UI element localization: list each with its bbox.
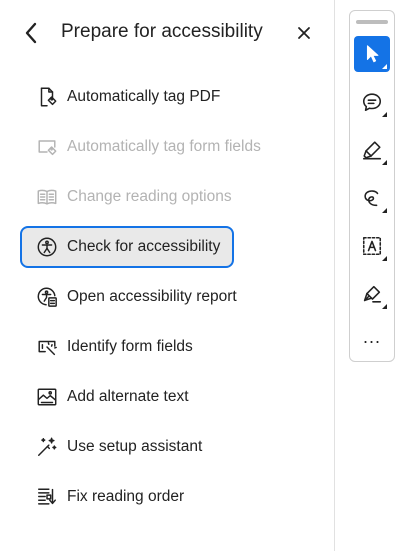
more-icon: ... bbox=[362, 327, 381, 347]
tool-label: Add alternate text bbox=[67, 388, 189, 405]
reading-order-icon bbox=[35, 485, 59, 509]
text-tool-button[interactable] bbox=[354, 228, 390, 264]
tool-use-setup-assistant[interactable]: Use setup assistant bbox=[20, 426, 234, 468]
highlight-tool-button[interactable] bbox=[354, 132, 390, 168]
tool-label: Fix reading order bbox=[67, 488, 185, 505]
tool-options-indicator bbox=[382, 256, 387, 261]
tool-check-for-accessibility[interactable]: Check for accessibility bbox=[20, 226, 234, 268]
highlighter-icon bbox=[362, 141, 382, 160]
identify-form-fields-icon bbox=[35, 335, 59, 359]
reading-options-icon bbox=[35, 185, 59, 209]
tool-open-accessibility-report[interactable]: Open accessibility report bbox=[20, 276, 237, 318]
draw-tool-button[interactable] bbox=[354, 180, 390, 216]
close-icon bbox=[298, 27, 310, 39]
app-window: Prepare for accessibility Automatically … bbox=[0, 0, 400, 551]
comment-tool-button[interactable] bbox=[354, 84, 390, 120]
tool-label: Check for accessibility bbox=[67, 238, 221, 255]
tool-label: Identify form fields bbox=[67, 338, 193, 355]
tool-label: Use setup assistant bbox=[67, 438, 203, 455]
toolbar-drag-handle[interactable] bbox=[356, 20, 388, 24]
tool-label: Automatically tag PDF bbox=[67, 88, 221, 105]
tool-options-indicator bbox=[382, 208, 387, 213]
panel-header: Prepare for accessibility bbox=[0, 0, 335, 66]
tool-options-indicator bbox=[382, 64, 387, 69]
tool-list: Automatically tag PDF Automatically tag … bbox=[20, 76, 261, 526]
panel-title: Prepare for accessibility bbox=[61, 21, 263, 42]
text-select-icon bbox=[362, 236, 382, 256]
tool-change-reading-options[interactable]: Change reading options bbox=[20, 176, 234, 218]
select-tool-button[interactable] bbox=[354, 36, 390, 72]
setup-assistant-icon bbox=[35, 435, 59, 459]
auto-tag-pdf-icon bbox=[35, 85, 59, 109]
close-button[interactable] bbox=[294, 23, 314, 43]
tool-add-alternate-text[interactable]: Add alternate text bbox=[20, 376, 234, 418]
auto-tag-form-icon bbox=[35, 135, 59, 159]
select-cursor-icon bbox=[366, 45, 379, 63]
sign-tool-button[interactable] bbox=[354, 276, 390, 312]
tool-auto-tag-form-fields[interactable]: Automatically tag form fields bbox=[20, 126, 261, 168]
chevron-left-icon bbox=[25, 22, 37, 44]
comment-icon bbox=[362, 93, 382, 112]
tool-label: Change reading options bbox=[67, 188, 232, 205]
tool-label: Automatically tag form fields bbox=[67, 138, 261, 155]
alternate-text-icon bbox=[35, 385, 59, 409]
quick-tools-toolbar: ... bbox=[349, 10, 395, 362]
tool-options-indicator bbox=[382, 304, 387, 309]
more-tools-button[interactable]: ... bbox=[354, 322, 390, 358]
tool-identify-form-fields[interactable]: Identify form fields bbox=[20, 326, 234, 368]
accessibility-check-icon bbox=[35, 235, 59, 259]
tool-fix-reading-order[interactable]: Fix reading order bbox=[20, 476, 234, 518]
back-button[interactable] bbox=[18, 20, 44, 46]
tool-auto-tag-pdf[interactable]: Automatically tag PDF bbox=[20, 76, 234, 118]
freehand-draw-icon bbox=[364, 190, 379, 207]
prepare-accessibility-panel: Prepare for accessibility Automatically … bbox=[0, 0, 335, 551]
sign-pen-icon bbox=[363, 285, 382, 303]
tool-options-indicator bbox=[382, 112, 387, 117]
tool-options-indicator bbox=[382, 160, 387, 165]
accessibility-report-icon bbox=[35, 285, 59, 309]
tool-label: Open accessibility report bbox=[67, 288, 237, 305]
